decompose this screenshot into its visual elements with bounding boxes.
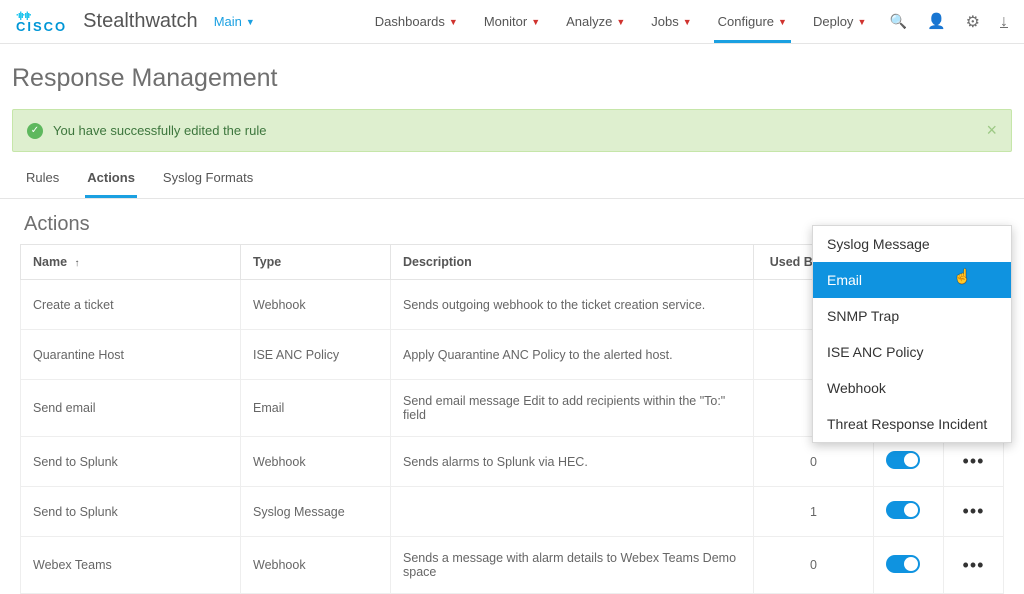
nav-item-monitor[interactable]: Monitor▼	[484, 1, 540, 42]
cursor-icon: ☝	[954, 268, 971, 285]
cell-type: ISE ANC Policy	[241, 330, 391, 380]
cell-description: Sends alarms to Splunk via HEC.	[391, 437, 754, 487]
row-menu-button[interactable]: •••	[944, 537, 1004, 594]
cell-name: Quarantine Host	[21, 330, 241, 380]
nav-item-deploy[interactable]: Deploy▼	[813, 1, 866, 42]
nav-item-configure[interactable]: Configure▼	[718, 1, 787, 42]
cell-toggle	[874, 437, 944, 487]
close-icon[interactable]: ×	[986, 120, 997, 141]
chevron-down-icon: ▼	[778, 17, 787, 27]
cell-type: Webhook	[241, 537, 391, 594]
page-title: Response Management	[0, 44, 1024, 109]
popup-item-threat-response-incident[interactable]: Threat Response Incident	[813, 406, 1011, 442]
enabled-toggle[interactable]	[886, 555, 920, 573]
tab-actions[interactable]: Actions	[85, 170, 137, 198]
enabled-toggle[interactable]	[886, 451, 920, 469]
chevron-down-icon: ▼	[616, 17, 625, 27]
subtabs: Rules Actions Syslog Formats	[0, 152, 1024, 199]
table-row: Send to SplunkWebhookSends alarms to Spl…	[21, 437, 1004, 487]
cell-name: Send to Splunk	[21, 487, 241, 537]
popup-item-email[interactable]: Email ☝	[813, 262, 1011, 298]
nav-item-dashboards[interactable]: Dashboards▼	[375, 1, 458, 42]
chevron-down-icon: ▼	[449, 17, 458, 27]
cell-name: Send to Splunk	[21, 437, 241, 487]
cell-type: Webhook	[241, 280, 391, 330]
row-menu-button[interactable]: •••	[944, 487, 1004, 537]
download-icon[interactable]	[1000, 13, 1008, 31]
cell-description: Sends a message with alarm details to We…	[391, 537, 754, 594]
cell-description: Sends outgoing webhook to the ticket cre…	[391, 280, 754, 330]
domain-label: Main	[214, 14, 242, 29]
cell-description	[391, 487, 754, 537]
alert-text: You have successfully edited the rule	[53, 123, 266, 138]
nav-item-analyze[interactable]: Analyze▼	[566, 1, 625, 42]
action-type-popup: Syslog Message Email ☝ SNMP Trap ISE ANC…	[812, 225, 1012, 443]
cell-type: Email	[241, 380, 391, 437]
table-row: Send to SplunkSyslog Message 1 •••	[21, 487, 1004, 537]
nav-menu: Dashboards▼ Monitor▼ Analyze▼ Jobs▼ Conf…	[375, 1, 867, 42]
row-menu-button[interactable]: •••	[944, 437, 1004, 487]
cell-name: Webex Teams	[21, 537, 241, 594]
popup-item-syslog-message[interactable]: Syslog Message	[813, 226, 1011, 262]
cell-used-by: 0	[754, 437, 874, 487]
user-icon[interactable]	[927, 12, 946, 31]
domain-selector[interactable]: Main ▼	[214, 14, 255, 29]
col-header-name[interactable]: Name ↑	[21, 245, 241, 280]
gear-icon[interactable]	[966, 12, 980, 32]
enabled-toggle[interactable]	[886, 501, 920, 519]
search-icon[interactable]	[890, 13, 907, 31]
cell-used-by: 1	[754, 487, 874, 537]
nav-item-jobs[interactable]: Jobs▼	[651, 1, 691, 42]
table-row: Webex TeamsWebhookSends a message with a…	[21, 537, 1004, 594]
chevron-down-icon: ▼	[531, 17, 540, 27]
tab-syslog-formats[interactable]: Syslog Formats	[161, 170, 255, 198]
col-header-type[interactable]: Type	[241, 245, 391, 280]
chevron-down-icon: ▼	[683, 17, 692, 27]
col-header-description[interactable]: Description	[391, 245, 754, 280]
cell-toggle	[874, 487, 944, 537]
cisco-logo: ·ı|ı·ı|ı· CISCO	[16, 11, 67, 33]
success-alert: ✓ You have successfully edited the rule …	[12, 109, 1012, 152]
sort-asc-icon: ↑	[75, 258, 80, 269]
cell-used-by: 0	[754, 537, 874, 594]
tab-rules[interactable]: Rules	[24, 170, 61, 198]
cell-name: Send email	[21, 380, 241, 437]
cell-type: Syslog Message	[241, 487, 391, 537]
top-icons	[890, 12, 1008, 32]
cell-name: Create a ticket	[21, 280, 241, 330]
cell-toggle	[874, 537, 944, 594]
cell-description: Send email message Edit to add recipient…	[391, 380, 754, 437]
logo-block: ·ı|ı·ı|ı· CISCO Stealthwatch Main ▼	[16, 10, 255, 33]
popup-item-snmp-trap[interactable]: SNMP Trap	[813, 298, 1011, 334]
popup-item-ise-anc-policy[interactable]: ISE ANC Policy	[813, 334, 1011, 370]
product-name: Stealthwatch	[83, 10, 198, 33]
cell-description: Apply Quarantine ANC Policy to the alert…	[391, 330, 754, 380]
check-icon: ✓	[27, 123, 43, 139]
chevron-down-icon: ▼	[246, 17, 255, 27]
popup-item-webhook[interactable]: Webhook	[813, 370, 1011, 406]
top-nav: ·ı|ı·ı|ı· CISCO Stealthwatch Main ▼ Dash…	[0, 0, 1024, 44]
cell-type: Webhook	[241, 437, 391, 487]
chevron-down-icon: ▼	[857, 17, 866, 27]
